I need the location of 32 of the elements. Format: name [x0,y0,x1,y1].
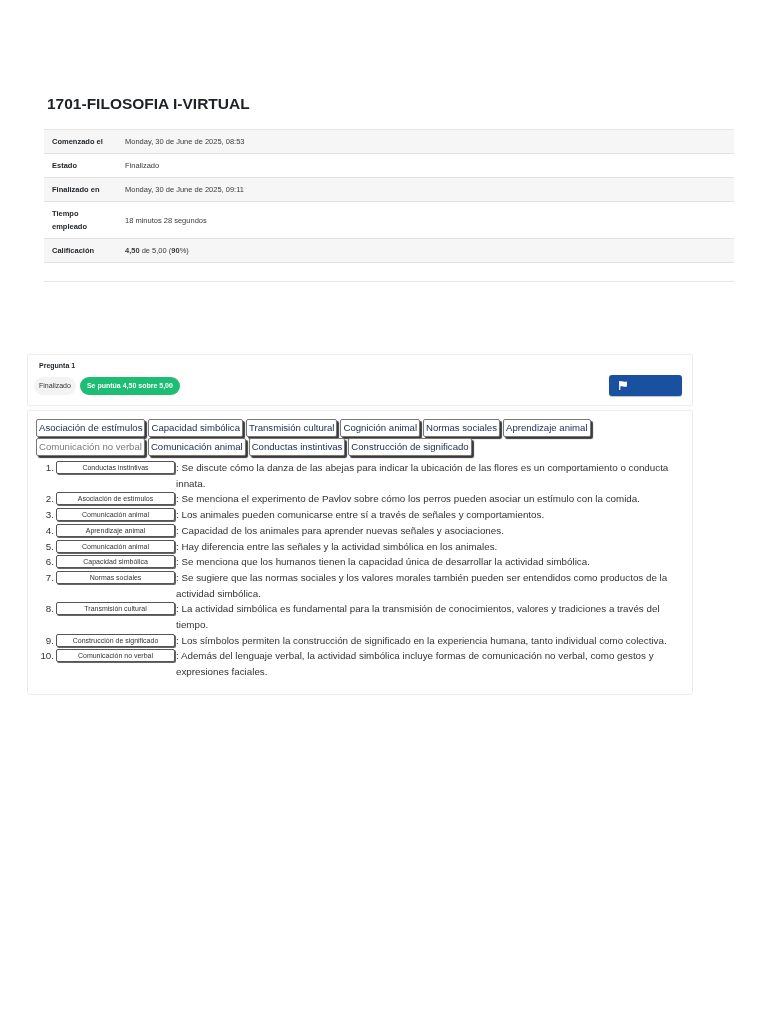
answer-chip[interactable]: Transmisión cultural [246,419,338,437]
statement-text: : Los símbolos permiten la construcción de significado en la experiencia humana, tanto individual como colectiva. [176,633,668,648]
item-number: 7. [44,570,55,585]
statement-text: : Se menciona el experimento de Pavlov sobre cómo los perros pueden asociar un estímulo con la comida. [176,492,641,507]
statement-text: : Además del lenguaje verbal, la actividad simbólica incluye formas de comunicación no verbal, como gestos y expresiones faciales. [176,649,655,680]
item-number: 2. [44,492,55,507]
item-number: 10. [39,649,55,664]
answer-chip[interactable]: Capacidad simbólica [148,419,243,437]
statement-text: : Capacidad de los animales para aprender nuevas señales y asociaciones. [176,523,505,538]
item-number: 3. [44,508,55,523]
answer-chip[interactable]: Asociación de estímulos [36,419,146,437]
statement-text: : Hay diferencia entre las señales y la actividad simbólica en los animales. [176,539,499,554]
statement-text: : La actividad simbólica es fundamental para la transmisión de conocimientos, valores y tradiciones a través del tiempo. [176,602,661,633]
item-number: 1. [44,461,55,475]
item-number: 8. [44,602,55,617]
answer-chip[interactable]: Conductas instintivas [248,438,346,456]
flag-icon [619,381,627,390]
flag-button[interactable] [609,375,682,396]
item-number: 4. [44,523,55,538]
statement-text: : Se discute cómo la danza de las abejas para indicar la ubicación de las flores es un comportamiento o conducta innata. [176,461,670,491]
answer-chip[interactable]: Aprendizaje animal [503,419,591,437]
answer-chip[interactable]: Construcción de significado [348,438,472,456]
item-number: 9. [44,633,55,648]
statement-text: : Los animales pueden comunicarse entre sí a través de señales y comportamientos. [176,508,546,523]
statement-text: : Se sugiere que las normas sociales y los valores morales también pueden ser entendidos como productos de la actividad simbólica. [176,570,669,601]
item-number: 6. [44,555,55,570]
answer-chip[interactable]: Comunicación animal [147,438,246,456]
item-number: 5. [44,539,55,554]
answer-chip[interactable]: Normas sociales [423,419,500,437]
statement-text: : Se menciona que los humanos tienen la capacidad única de desarrollar la actividad simbólica. [176,555,591,570]
quiz-title: 1701-FILOSOFIA I-VIRTUAL [47,94,251,114]
answer-chip[interactable]: Cognición animal [340,419,421,437]
